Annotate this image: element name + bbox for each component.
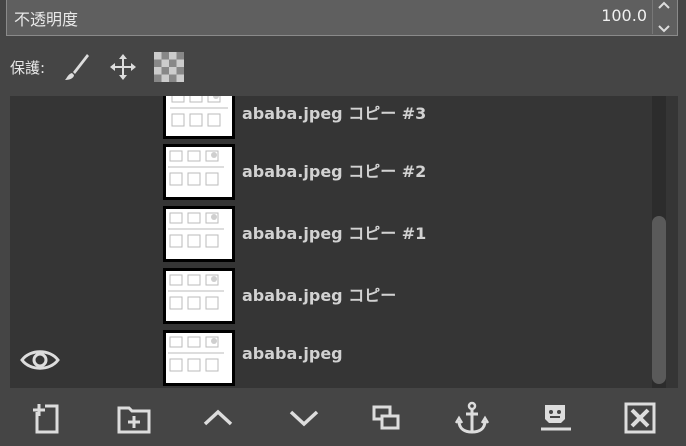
brush-lock-icon[interactable] <box>59 50 95 84</box>
layer-name[interactable]: ababa.jpeg <box>242 344 343 363</box>
layer-name[interactable]: ababa.jpeg コピー #1 <box>242 220 426 244</box>
layer-thumbnail[interactable] <box>163 206 235 262</box>
layer-row[interactable]: ababa.jpeg コピー #2 <box>10 144 650 206</box>
chevron-down-icon[interactable] <box>284 400 324 436</box>
move-lock-icon[interactable] <box>105 50 141 84</box>
layers-list[interactable]: ababa.jpeg コピー #3 ababa.jpeg コピー #2 abab… <box>10 96 678 388</box>
layer-name[interactable]: ababa.jpeg コピー #2 <box>242 158 426 182</box>
eye-icon[interactable] <box>20 346 60 374</box>
layer-thumbnail[interactable] <box>163 268 235 324</box>
alpha-lock-icon[interactable] <box>151 50 187 84</box>
layer-name[interactable]: ababa.jpeg コピー <box>242 282 396 306</box>
layer-name[interactable]: ababa.jpeg コピー #3 <box>242 100 426 124</box>
chevron-up-icon[interactable] <box>657 0 671 10</box>
layer-row[interactable]: ababa.jpeg コピー #3 <box>10 96 650 148</box>
lock-label: 保護: <box>10 58 46 77</box>
layer-row[interactable]: ababa.jpeg <box>10 330 650 388</box>
new-layer-icon[interactable] <box>26 400 66 436</box>
delete-layer-icon[interactable] <box>620 400 660 436</box>
opacity-spinbox[interactable]: 不透明度 100.0 <box>6 0 678 36</box>
layers-toolbar <box>0 390 686 446</box>
chevron-up-icon[interactable] <box>198 400 238 436</box>
layer-thumbnail[interactable] <box>163 330 235 386</box>
layer-row[interactable]: ababa.jpeg コピー <box>10 268 650 330</box>
opacity-stepper[interactable] <box>652 0 675 34</box>
anchor-icon[interactable] <box>452 400 492 436</box>
layer-thumbnail[interactable] <box>163 144 235 200</box>
chevron-down-icon[interactable] <box>657 24 671 34</box>
duplicate-layer-icon[interactable] <box>366 400 406 436</box>
merge-down-icon[interactable] <box>536 400 576 436</box>
layer-row[interactable]: ababa.jpeg コピー #1 <box>10 206 650 268</box>
opacity-label: 不透明度 <box>14 10 79 29</box>
new-layer-group-icon[interactable] <box>114 400 154 436</box>
lock-row: 保護: <box>10 50 197 84</box>
layer-thumbnail[interactable] <box>163 96 235 139</box>
scrollbar[interactable] <box>652 96 666 388</box>
opacity-value[interactable]: 100.0 <box>601 6 647 25</box>
scrollbar-thumb[interactable] <box>652 216 666 384</box>
